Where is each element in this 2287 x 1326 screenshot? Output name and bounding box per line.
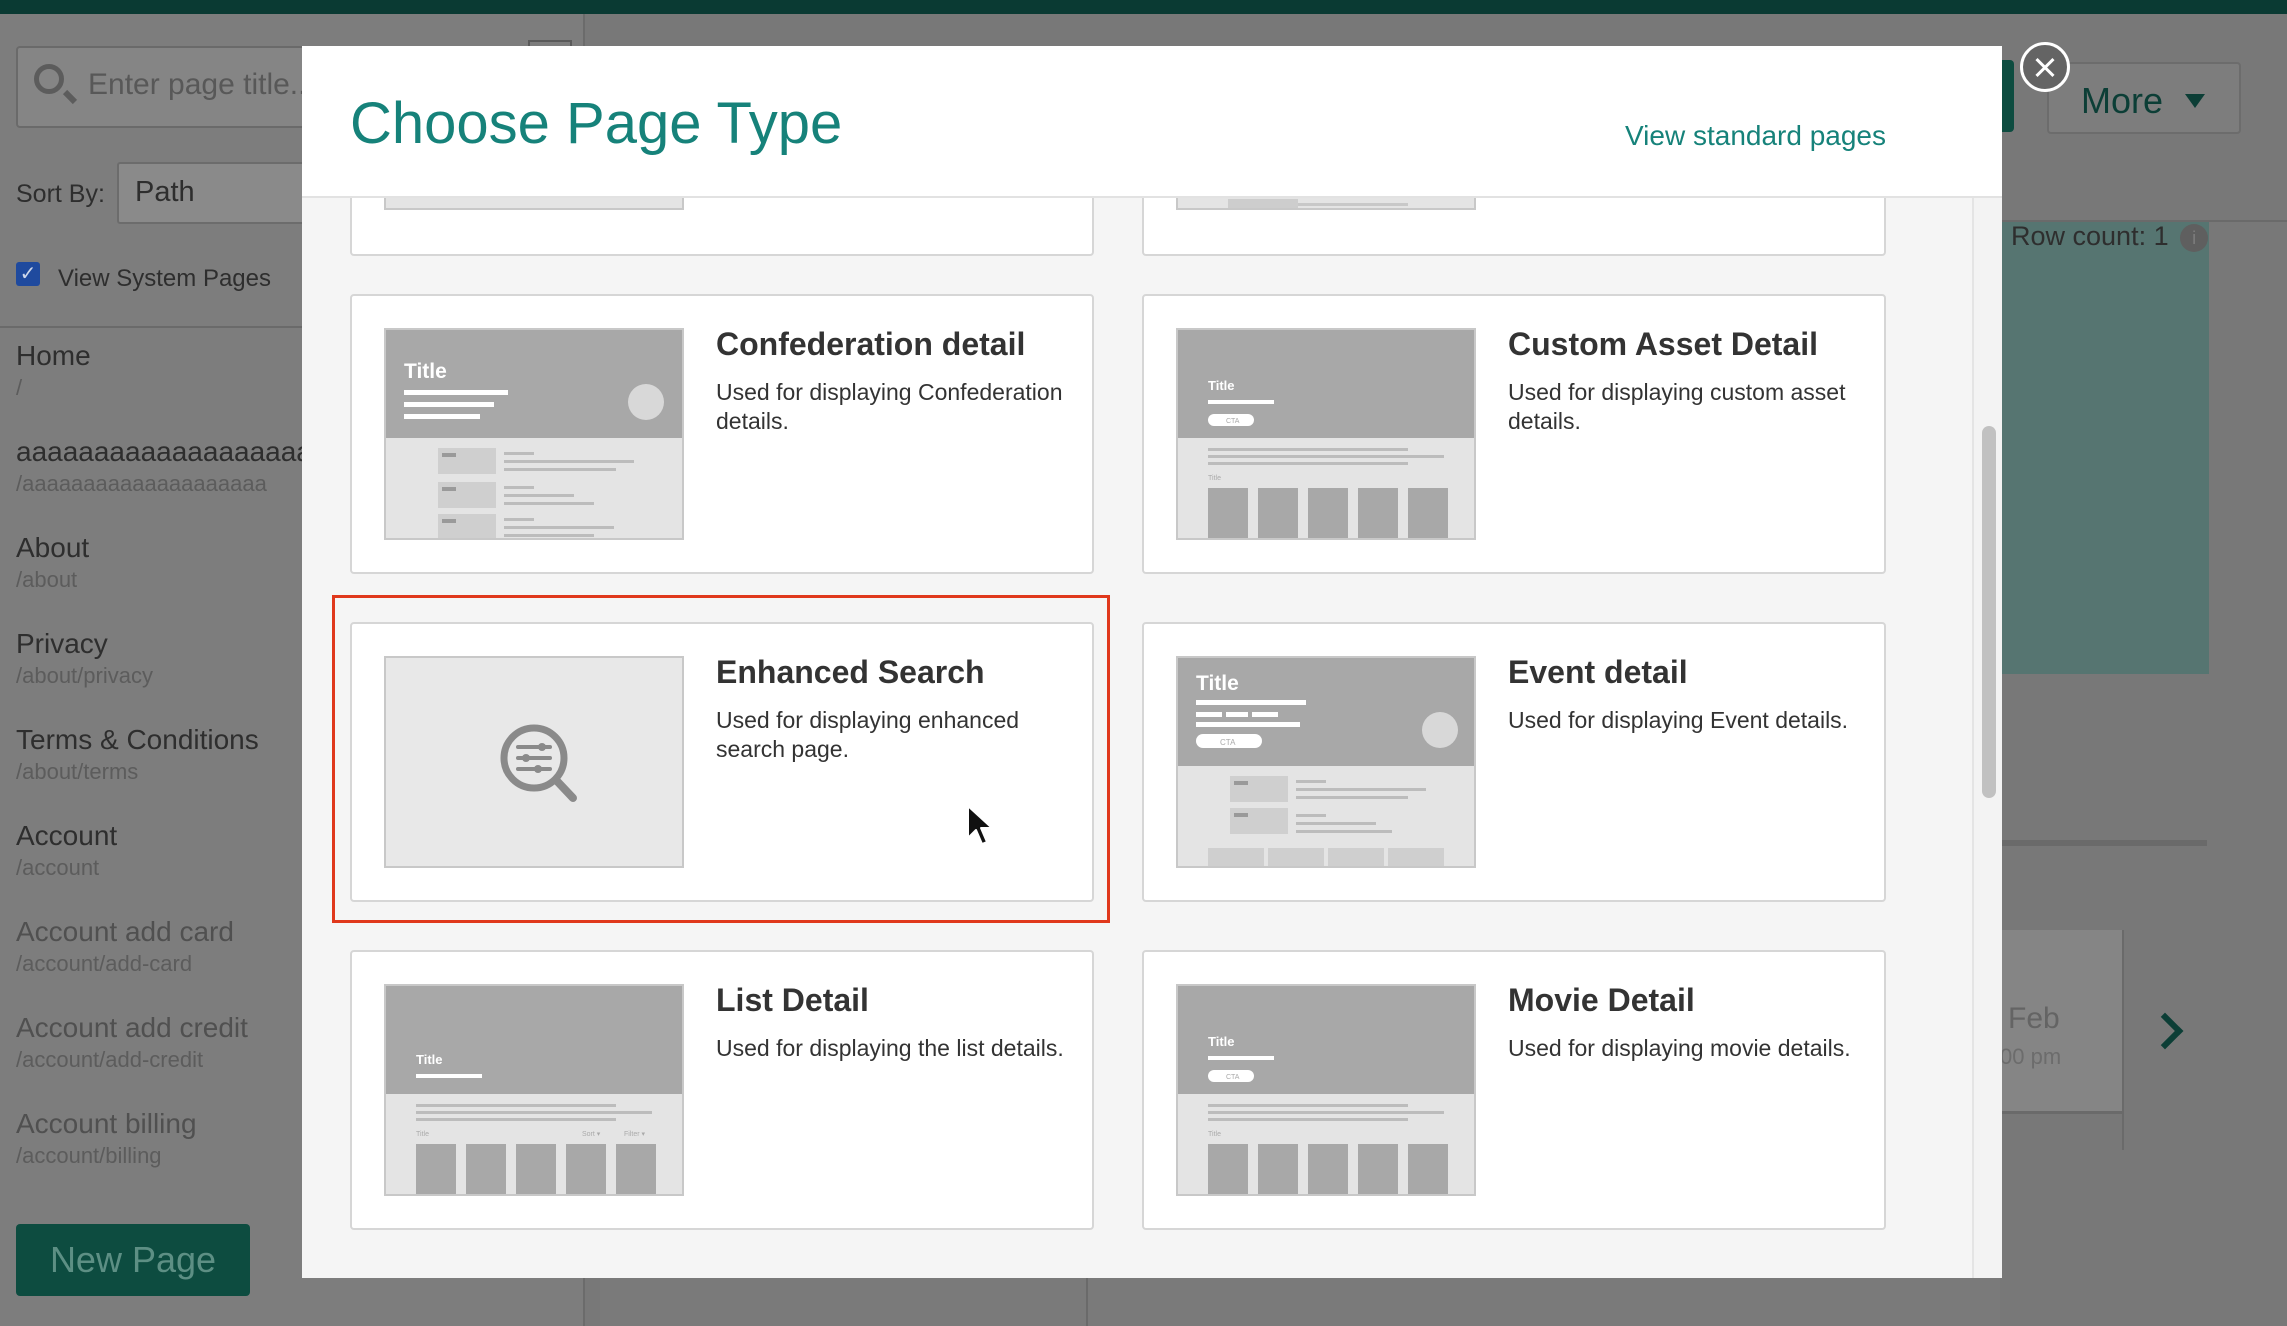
view-system-pages-label: View System Pages — [58, 265, 271, 292]
sidebar-item-aaaa[interactable]: aaaaaaaaaaaaaaaaaaa /aaaaaaaaaaaaaaaaaaa… — [16, 436, 312, 497]
card-description: Used for displaying movie details. — [1508, 1035, 1851, 1061]
event-time: 00 pm — [2000, 1044, 2062, 1069]
page-type-card[interactable] — [350, 196, 1094, 256]
card-title: List Detail — [716, 982, 869, 1018]
page-title: Account add card — [16, 916, 234, 947]
thumbnail-graphic — [1228, 199, 1408, 208]
more-label: More — [2081, 80, 2164, 121]
thumbnail-title: Title — [404, 360, 447, 383]
card-description: Used for displaying Event details. — [1508, 707, 1849, 733]
page-title: aaaaaaaaaaaaaaaaaaa — [16, 436, 312, 467]
sort-label: Sort By: — [16, 180, 105, 208]
search-icon — [34, 64, 64, 94]
page-type-card[interactable] — [1142, 196, 1886, 256]
top-bar — [0, 0, 2287, 14]
sidebar-item-account-add-card[interactable]: Account add card /account/add-card — [16, 916, 234, 977]
thumbnail-list-title: Title — [416, 1131, 429, 1138]
sidebar-item-account-add-credit[interactable]: Account add credit /account/add-credit — [16, 1012, 248, 1073]
sidebar-item-terms[interactable]: Terms & Conditions /about/terms — [16, 724, 259, 785]
confederation-template-thumbnail: Title — [384, 328, 684, 540]
thumbnail-graphic: Title CTA Title — [1178, 330, 1474, 538]
page-path: /about — [16, 567, 78, 592]
page-title: Account billing — [16, 1108, 197, 1139]
page-title: Privacy — [16, 628, 108, 659]
divider — [2122, 1114, 2124, 1150]
info-icon[interactable]: i — [2180, 223, 2209, 252]
card-title: Confederation detail — [716, 326, 1026, 362]
thumbnail-filter: Filter ▾ — [624, 1131, 646, 1138]
page-path: /account/add-card — [16, 951, 193, 976]
thumbnail-graphic: Title — [386, 330, 682, 538]
event-template-thumbnail: Title CTA — [1176, 656, 1476, 868]
modal-header: Choose Page Type View standard pages — [302, 46, 2002, 198]
page-type-card-list-detail[interactable]: Title Title Sort ▾ Filter ▾ List Detail … — [350, 950, 1094, 1230]
card-description: Used for displaying Confederation detail… — [716, 379, 1063, 434]
card-title: Custom Asset Detail — [1508, 326, 1818, 362]
selection-highlight — [332, 595, 1110, 923]
page-title: Account — [16, 820, 118, 851]
sidebar-item-home[interactable]: Home / — [16, 340, 91, 401]
thumbnail-graphic: Title Title Sort ▾ Filter ▾ — [386, 986, 682, 1194]
list-template-thumbnail: Title Title Sort ▾ Filter ▾ — [384, 984, 684, 1196]
more-dropdown-button[interactable]: More — [2047, 62, 2241, 134]
template-thumbnail — [384, 198, 684, 210]
results-panel — [2002, 222, 2209, 674]
page-path: /about/privacy — [16, 663, 153, 688]
new-page-button[interactable]: New Page — [16, 1224, 250, 1296]
thumbnail-cta: CTA — [1220, 738, 1236, 747]
caret-down-icon — [2185, 94, 2205, 108]
thumbnail-sort: Sort ▾ — [582, 1131, 601, 1138]
custom-asset-template-thumbnail: Title CTA Title — [1176, 328, 1476, 540]
page-path: /account — [16, 855, 100, 880]
modal-title: Choose Page Type — [350, 91, 843, 156]
page-type-card-event-detail[interactable]: Title CTA Event detail Used for displayi… — [1142, 622, 1886, 902]
sidebar-item-about[interactable]: About /about — [16, 532, 89, 593]
thumbnail-graphic: Title CTA — [1178, 658, 1474, 866]
page-path: /aaaaaaaaaaaaaaaaaaaa — [16, 471, 267, 496]
page-path: /account/billing — [16, 1143, 162, 1168]
thumbnail-graphic: Title CTA Title — [1178, 986, 1474, 1194]
close-icon[interactable] — [2020, 42, 2070, 92]
page-path: / — [16, 375, 23, 400]
card-description: Used for displaying custom asset details… — [1508, 379, 1846, 434]
page-title: Terms & Conditions — [16, 724, 259, 755]
card-description: Used for displaying the list details. — [716, 1035, 1064, 1061]
mouse-cursor-icon — [967, 805, 993, 845]
page-type-card-custom-asset-detail[interactable]: Title CTA Title Custom Asset Detail Used… — [1142, 294, 1886, 574]
thumbnail-list-title: Title — [1208, 475, 1221, 482]
page-title: About — [16, 532, 90, 563]
divider — [1086, 1276, 1088, 1326]
template-thumbnail — [1176, 198, 1476, 210]
movie-template-thumbnail: Title CTA Title — [1176, 984, 1476, 1196]
sidebar-item-privacy[interactable]: Privacy /about/privacy — [16, 628, 153, 689]
sidebar-item-account[interactable]: Account /account — [16, 820, 117, 881]
thumbnail-title: Title — [1208, 1034, 1235, 1049]
thumbnail-cta: CTA — [1226, 418, 1240, 425]
thumbnail-list-title: Title — [1208, 1131, 1221, 1138]
thumbnail-title: Title — [416, 1052, 443, 1067]
page-path: /about/terms — [16, 759, 139, 784]
view-system-pages-checkbox[interactable]: ✓ — [16, 262, 40, 286]
thumbnail-title: Title — [1208, 378, 1235, 393]
event-date: Feb — [2008, 1002, 2060, 1035]
card-title: Event detail — [1508, 654, 1688, 690]
scrollbar-thumb[interactable] — [1982, 426, 1996, 798]
background-content — [600, 1274, 2000, 1326]
page-path: /account/add-credit — [16, 1047, 204, 1072]
page-type-card-confederation-detail[interactable]: Title Confederation detail Used for disp… — [350, 294, 1094, 574]
divider — [2002, 840, 2207, 846]
chevron-right-icon[interactable] — [2146, 1012, 2184, 1050]
modal-scrollbar[interactable] — [1972, 198, 2002, 1278]
card-title: Movie Detail — [1508, 982, 1695, 1018]
page-title: Home — [16, 340, 91, 371]
thumbnail-title: Title — [1196, 672, 1239, 695]
row-count: Row count: 1 i — [2011, 221, 2209, 252]
thumbnail-cta: CTA — [1226, 1074, 1240, 1081]
row-count-label: Row count: 1 — [2011, 221, 2169, 251]
search-placeholder: Enter page title... — [88, 68, 315, 101]
view-standard-pages-link[interactable]: View standard pages — [1625, 120, 1886, 152]
page-title: Account add credit — [16, 1012, 248, 1043]
page-type-card-movie-detail[interactable]: Title CTA Title Movie Detail Used for di… — [1142, 950, 1886, 1230]
sidebar-item-account-billing[interactable]: Account billing /account/billing — [16, 1108, 197, 1169]
